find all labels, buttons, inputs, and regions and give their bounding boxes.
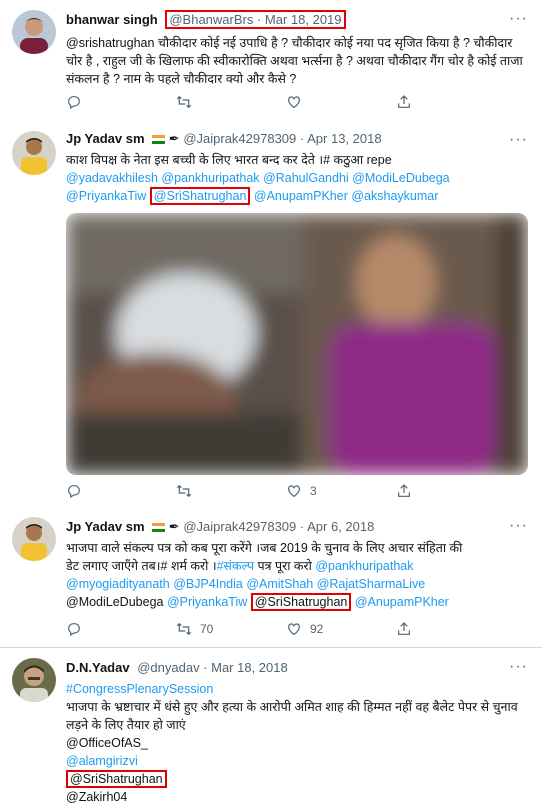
share-icon [398, 484, 410, 497]
like-count: 3 [310, 484, 317, 498]
like-count: 92 [310, 622, 324, 636]
mention-list[interactable]: @yadavakhilesh @pankhuripathak @RahulGan… [66, 169, 530, 187]
tweet-text-line: काश विपक्ष के नेता इस बच्ची के लिए भारत … [66, 153, 392, 167]
retweet-icon [176, 484, 192, 498]
reply-button[interactable] [66, 621, 176, 637]
share-button[interactable] [396, 621, 506, 637]
avatar-image [12, 131, 56, 175]
reply-icon [68, 96, 80, 110]
more-options-icon[interactable]: ··· [509, 517, 528, 535]
reply-button[interactable] [66, 94, 176, 110]
tweet-header: bhanwar singh @BhanwarBrs · Mar 18, 2019 [66, 10, 346, 29]
tweet-text: @srishatrughan चौकीदार कोई नई उपाधि है ?… [66, 36, 523, 86]
tweet-text-fragment: पत्र पूरा करो [254, 559, 316, 573]
mention-link[interactable]: @PriyankaTiw [167, 595, 247, 609]
mention-highlighted[interactable]: @SriShatrughan [66, 770, 167, 788]
reply-icon [68, 485, 80, 499]
mention-plain[interactable]: @Zakirh04 [66, 788, 530, 806]
author-handle[interactable]: @Jaiprak42978309 [183, 519, 296, 534]
tweet-4[interactable]: D.N.Yadav @dnyadav · Mar 18, 2018 ··· #C… [0, 648, 542, 804]
retweet-button[interactable]: 70 [176, 621, 286, 637]
more-options-icon[interactable]: ··· [509, 658, 528, 676]
mention-link[interactable]: @alamgirizvi [66, 752, 530, 770]
author-name[interactable]: Jp Yadav sm [66, 519, 145, 534]
hashtag-link[interactable]: #संकल्प [217, 559, 254, 573]
india-flag-icon [152, 135, 166, 145]
tweet-actions [66, 94, 506, 110]
avatar[interactable] [12, 517, 56, 561]
more-options-icon[interactable]: ··· [509, 131, 528, 149]
tweet-text: काश विपक्ष के नेता इस बच्ची के लिए भारत … [66, 151, 530, 205]
retweet-count: 70 [200, 622, 214, 636]
tweet-date[interactable]: · Apr 6, 2018 [300, 519, 374, 534]
hashtag-link[interactable]: #CongressPlenarySession [66, 680, 530, 698]
pen-icon: ✒ [168, 519, 180, 534]
tweet-header: D.N.Yadav @dnyadav · Mar 18, 2018 [66, 660, 288, 675]
mention-highlighted[interactable]: @SriShatrughan [250, 593, 352, 611]
mention-highlighted[interactable]: @SriShatrughan [149, 187, 251, 205]
like-button[interactable]: 3 [286, 483, 396, 499]
mention-list[interactable]: @myogiadityanath @BJP4India @AmitShah @R… [66, 575, 530, 593]
author-name[interactable]: bhanwar singh [66, 12, 158, 27]
tweet-2[interactable]: Jp Yadav sm ✒ @Jaiprak42978309 · Apr 13,… [0, 123, 542, 508]
tweet-text-fragment: डेट लगाए जाएँगे तब।# शर्म करो । [66, 559, 217, 573]
author-name[interactable]: D.N.Yadav [66, 660, 130, 675]
tweet-header: Jp Yadav sm ✒ @Jaiprak42978309 · Apr 6, … [66, 519, 374, 535]
tweet-text-line: भाजपा के भ्रष्टाचार में धंसे हुए और हत्य… [66, 700, 518, 732]
tweet-date[interactable]: · Apr 13, 2018 [300, 131, 382, 146]
reply-icon [68, 623, 80, 637]
mention-list[interactable]: @AnupamPKher @akshaykumar [254, 189, 439, 203]
avatar[interactable] [12, 10, 56, 54]
mention-link[interactable]: @AnupamPKher [355, 595, 449, 609]
tweet-header: Jp Yadav sm ✒ @Jaiprak42978309 · Apr 13,… [66, 131, 382, 147]
india-flag-icon [152, 523, 166, 533]
avatar-image [12, 658, 56, 702]
tweet-text-line: भाजपा वाले संकल्प पत्र को कब पूरा करेंगे… [66, 541, 463, 555]
author-handle-date[interactable]: @BhanwarBrs · Mar 18, 2019 [165, 10, 346, 29]
tweet-actions: 3 [66, 483, 506, 499]
mention-plain[interactable]: @OfficeOfAS_ [66, 734, 530, 752]
tweet-3[interactable]: Jp Yadav sm ✒ @Jaiprak42978309 · Apr 6, … [0, 507, 542, 648]
avatar-image [12, 517, 56, 561]
share-icon [398, 95, 410, 108]
heart-icon [288, 485, 300, 498]
tweet-actions: 70 92 [66, 621, 506, 637]
tweet-media-image[interactable] [66, 213, 528, 475]
like-button[interactable] [286, 94, 396, 110]
mention-plain[interactable]: @ModiLeDubega [66, 595, 163, 609]
share-icon [398, 622, 410, 635]
tweet-text: #CongressPlenarySession भाजपा के भ्रष्टा… [66, 680, 530, 806]
author-handle-date[interactable]: @dnyadav · Mar 18, 2018 [137, 660, 288, 675]
avatar-image [12, 10, 56, 54]
avatar[interactable] [12, 658, 56, 702]
reply-button[interactable] [66, 483, 176, 499]
more-options-icon[interactable]: ··· [509, 10, 528, 28]
blurred-photo [66, 213, 528, 475]
share-button[interactable] [396, 483, 506, 499]
author-name[interactable]: Jp Yadav sm [66, 131, 145, 146]
share-button[interactable] [396, 94, 506, 110]
heart-icon [288, 96, 300, 109]
tweet-text: भाजपा वाले संकल्प पत्र को कब पूरा करेंगे… [66, 539, 530, 611]
mention-link[interactable]: @pankhuripathak [315, 559, 413, 573]
pen-icon: ✒ [168, 131, 180, 146]
retweet-icon [176, 622, 192, 636]
tweet-1[interactable]: bhanwar singh @BhanwarBrs · Mar 18, 2019… [0, 0, 542, 124]
author-handle[interactable]: @Jaiprak42978309 [183, 131, 296, 146]
avatar[interactable] [12, 131, 56, 175]
mention-link[interactable]: @PriyankaTiw [66, 189, 146, 203]
heart-icon [288, 623, 300, 636]
retweet-icon [176, 95, 192, 109]
retweet-button[interactable] [176, 483, 286, 499]
like-button[interactable]: 92 [286, 621, 396, 637]
retweet-button[interactable] [176, 94, 286, 110]
